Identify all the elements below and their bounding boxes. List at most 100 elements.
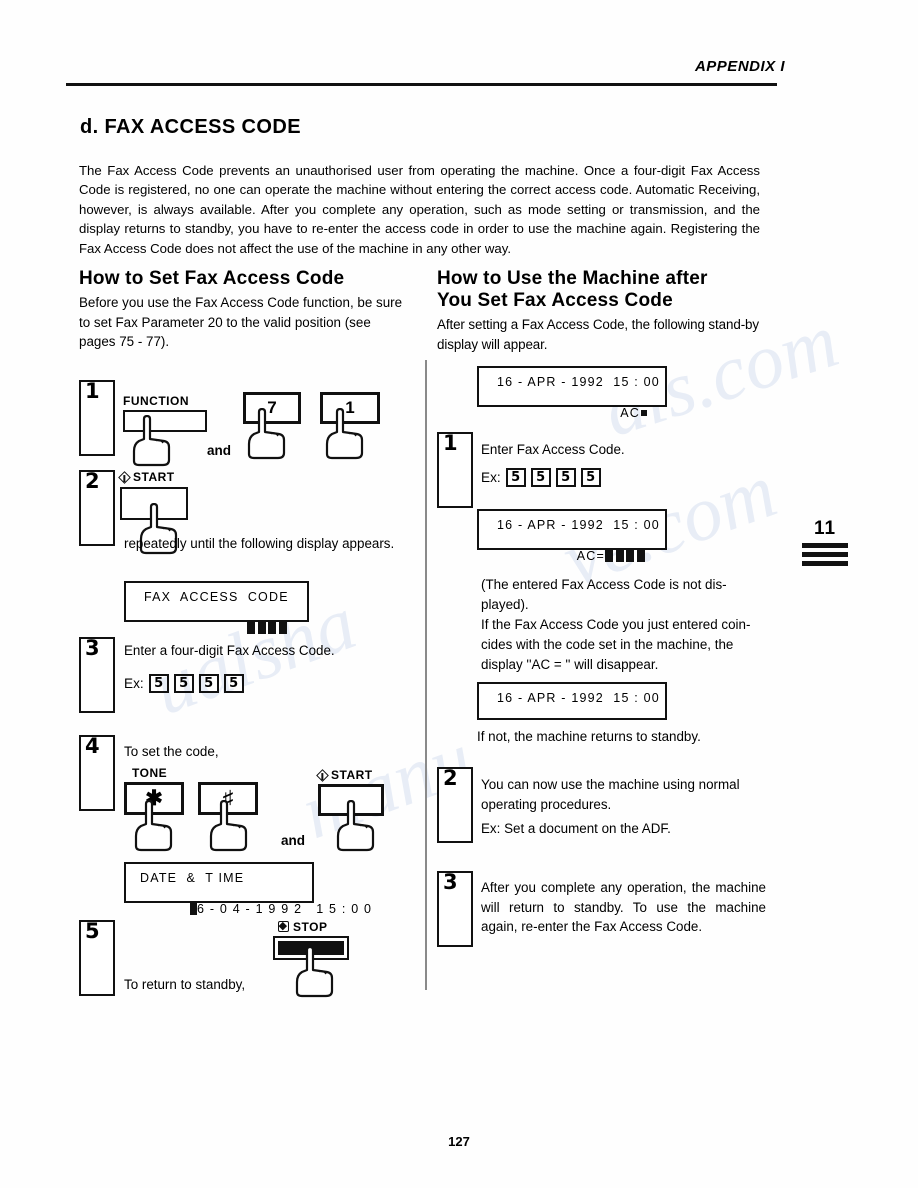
pointing-hand-icon: [295, 946, 334, 998]
pointing-hand-icon: [325, 408, 364, 460]
digit-key[interactable]: 5: [148, 674, 169, 693]
appendix-header-label: APPENDIX I: [694, 58, 785, 75]
ex-label: Ex:: [481, 470, 501, 485]
step-box-2: 2: [79, 470, 115, 546]
page-number: 127: [448, 1134, 470, 1149]
function-key-caption: FUNCTION: [123, 394, 189, 408]
lcd-standby-ac-masked: 16 - APR - 1992 15 : 00 AC=: [477, 509, 667, 563]
start-key-caption: START: [118, 470, 175, 484]
step-number: 1: [85, 379, 100, 403]
right-after-lcd3-text: If not, the machine returns to standby.: [477, 729, 701, 744]
pointing-hand-icon: [247, 408, 286, 460]
step-box-r2: 2: [437, 767, 473, 843]
chapter-tab-bar: [802, 561, 848, 566]
pointing-hand-icon: [134, 800, 173, 852]
lcd-line-1: FAX ACCESS CODE: [144, 590, 289, 604]
right-note-line-5: display ''AC = '' will disappear.: [481, 657, 659, 672]
right-note-line-1: (The entered Fax Access Code is not dis-: [481, 577, 727, 592]
step-box-4: 4: [79, 735, 115, 811]
page-title: d. FAX ACCESS CODE: [80, 116, 301, 138]
lcd-line-2: AC: [497, 392, 651, 434]
step-number: 2: [85, 469, 100, 493]
pointing-hand-icon: [209, 800, 248, 852]
right-column: How to Use the Machine after You Set Fax…: [437, 268, 767, 354]
lcd-cursor: [641, 410, 647, 416]
step-number: 1: [443, 431, 458, 455]
lcd-ac-label: AC=: [576, 549, 605, 563]
digit-key[interactable]: 5: [198, 674, 219, 693]
chapter-tab: 11: [802, 519, 848, 566]
step-number: 3: [443, 870, 458, 894]
lcd-line-1: 16 - APR - 1992 15 : 00: [497, 691, 660, 705]
right-step2-line1: You can now use the machine using normal: [481, 777, 740, 792]
step-box-r1: 1: [437, 432, 473, 508]
step3-text: Enter a four-digit Fax Access Code.: [124, 643, 335, 658]
chapter-number: 11: [813, 518, 837, 539]
step3-example-line: Ex: 5 5 5 5: [124, 674, 244, 693]
digit-key[interactable]: 5: [580, 468, 601, 487]
step-box-5: 5: [79, 920, 115, 996]
right-note-line-2: played).: [481, 597, 529, 612]
right-note-line-4: cides with the code set in the machine, …: [481, 637, 734, 652]
lcd-cursor: [190, 902, 198, 915]
lcd-date-time: DATE & T IME 6 - 0 4 - 1 9 9 2 1 5 : 0 0: [124, 862, 371, 916]
right-step1-text: Enter Fax Access Code.: [481, 442, 625, 457]
lcd-line-1: 16 - APR - 1992 15 : 00: [497, 375, 660, 389]
lcd-ac-label: AC: [620, 406, 640, 420]
start-key-label: START: [331, 768, 373, 782]
start-diamond-icon: [118, 471, 131, 484]
lcd-standby-plain: 16 - APR - 1992 15 : 00: [477, 682, 667, 720]
right-column-lead: After setting a Fax Access Code, the fol…: [437, 317, 759, 352]
column-divider: [425, 360, 427, 990]
ex-label: Ex:: [124, 676, 144, 691]
lcd-mask-blocks: [247, 621, 289, 635]
lcd-datetime-value: 6 - 0 4 - 1 9 9 2 1 5 : 0 0: [197, 902, 373, 916]
intro-paragraph: The Fax Access Code prevents an unauthor…: [79, 163, 760, 256]
step-number: 2: [443, 766, 458, 790]
right-column-heading-line2: You Set Fax Access Code: [437, 290, 673, 311]
left-column: How to Set Fax Access Code Before you us…: [79, 268, 409, 352]
lcd-line-1: 16 - APR - 1992 15 : 00: [497, 518, 660, 532]
stop-key-caption: STOP: [278, 920, 327, 934]
step-number: 3: [85, 636, 100, 660]
step-box-r3: 3: [437, 871, 473, 947]
start-diamond-icon: [316, 769, 329, 782]
digit-key[interactable]: 5: [505, 468, 526, 487]
start-key-caption-2: START: [316, 768, 373, 782]
step4-text: To set the code,: [124, 744, 219, 759]
document-page: als.com ualsha manu ve.com APPENDIX I d.…: [0, 0, 918, 1188]
stop-key-label: STOP: [293, 920, 328, 934]
header-rule: [66, 83, 777, 86]
left-column-heading: How to Set Fax Access Code: [79, 268, 345, 289]
step-number: 4: [85, 734, 100, 758]
pointing-hand-icon: [132, 415, 171, 467]
lcd-line-2: AC=: [497, 535, 651, 577]
digit-key[interactable]: 5: [555, 468, 576, 487]
start-key-label: START: [133, 470, 175, 484]
tone-key-caption: TONE: [132, 766, 168, 780]
chapter-tab-bar: [802, 552, 848, 557]
step-box-3: 3: [79, 637, 115, 713]
digit-key[interactable]: 5: [173, 674, 194, 693]
lcd-mask-blocks: [605, 549, 647, 563]
step-box-1: 1: [79, 380, 115, 456]
chapter-tab-bar: [802, 543, 848, 548]
left-column-lead: Before you use the Fax Access Code funct…: [79, 295, 403, 349]
pointing-hand-icon: [336, 800, 375, 852]
lcd-fax-access-code: FAX ACCESS CODE: [124, 581, 309, 634]
step2-text: repeatedly until the following display a…: [124, 536, 395, 551]
right-step2-line3: Ex: Set a document on the ADF.: [481, 821, 671, 836]
step-number: 5: [85, 919, 100, 943]
digit-key[interactable]: 5: [530, 468, 551, 487]
lcd-standby-ac: 16 - APR - 1992 15 : 00 AC: [477, 366, 667, 420]
lcd-line-2: 6 - 0 4 - 1 9 9 2 1 5 : 0 0: [140, 888, 371, 930]
stop-hex-icon: [278, 921, 289, 932]
lcd-line-1: DATE & T IME: [140, 871, 245, 885]
digit-key[interactable]: 5: [223, 674, 244, 693]
right-note-line-3: If the Fax Access Code you just entered …: [481, 617, 751, 632]
and-label-step4: and: [281, 833, 306, 848]
right-step2-line2: operating procedures.: [481, 797, 612, 812]
right-step1-example-line: Ex: 5 5 5 5: [481, 468, 601, 487]
and-label-step1: and: [207, 443, 232, 458]
right-column-heading-line1: How to Use the Machine after: [437, 268, 708, 289]
